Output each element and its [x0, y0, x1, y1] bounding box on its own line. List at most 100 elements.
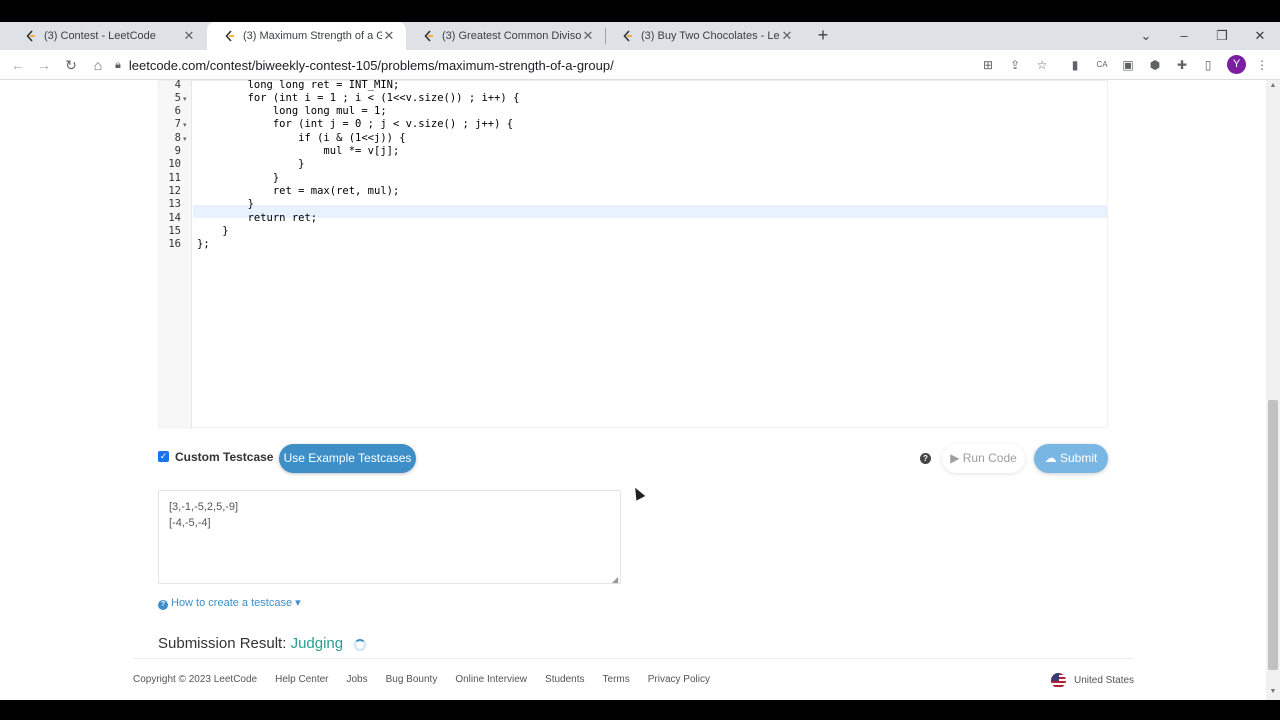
code-editor[interactable]: 4 5 ▾ 6 7 ▾ 8 ▾ 9 10 11 12 13 14 15 16 long long ret = … [158, 80, 1108, 429]
footer-link-students[interactable]: Students [545, 674, 584, 685]
close-window-icon[interactable]: ✕ [1250, 26, 1270, 46]
leetcode-favicon-icon [24, 29, 38, 43]
footer-link-jobs[interactable]: Jobs [346, 674, 367, 685]
testcase-input[interactable]: [3,-1,-5,2,5,-9] [-4,-5,-4] [158, 490, 621, 584]
code-line[interactable]: return ret; [197, 212, 318, 224]
code-line[interactable]: for (int i = 1 ; i < (1<<v.size()) ; i++… [197, 92, 520, 104]
translate-icon[interactable]: ⊞ [979, 56, 997, 74]
code-line[interactable]: long long mul = 1; [197, 105, 387, 117]
us-flag-icon [1051, 673, 1066, 688]
leetcode-favicon-icon [223, 29, 237, 43]
code-line[interactable]: } [197, 225, 228, 237]
code-line[interactable]: } [197, 158, 304, 170]
menu-kebab-icon[interactable]: ⋮ [1253, 56, 1271, 74]
reload-icon[interactable]: ↻ [61, 55, 81, 75]
code-line[interactable]: }; [197, 238, 210, 250]
profile-avatar[interactable]: Y [1227, 55, 1246, 74]
browser-window: (3) Contest - LeetCode ✕ (3) Maximum Str… [0, 0, 1280, 720]
footer-link-terms[interactable]: Terms [603, 674, 630, 685]
footer-link-privacy-policy[interactable]: Privacy Policy [648, 674, 710, 685]
line-number: 12 [168, 184, 181, 197]
line-number: 5 [174, 91, 181, 104]
code-line[interactable]: if (i & (1<<j)) { [197, 132, 405, 144]
run-code-button[interactable]: ▶ Run Code [942, 444, 1025, 473]
country-label: United States [1074, 675, 1135, 686]
page-content: 4 5 ▾ 6 7 ▾ 8 ▾ 9 10 11 12 13 14 15 16 long long ret = … [0, 80, 1266, 700]
line-number: 11 [168, 171, 181, 184]
howto-label: How to create a testcase [171, 597, 293, 609]
result-label: Submission Result: [158, 635, 287, 652]
url-text: leetcode.com/contest/biweekly-contest-10… [128, 57, 614, 73]
close-tab-icon[interactable]: ✕ [182, 28, 196, 44]
code-line[interactable]: for (int j = 0 ; j < v.size() ; j++) { [197, 118, 513, 130]
line-number: 10 [168, 158, 181, 171]
line-number: 6 [174, 105, 181, 118]
code-line[interactable]: } [197, 172, 279, 184]
scroll-down-arrow-icon[interactable]: ▼ [1268, 688, 1278, 698]
line-number: 9 [174, 145, 181, 157]
close-tab-icon[interactable]: ✕ [382, 28, 396, 44]
country-selector[interactable]: United States [1051, 673, 1134, 688]
run-code-label: Run Code [962, 451, 1017, 465]
minimize-icon[interactable]: – [1174, 26, 1194, 46]
line-number: 4 [174, 80, 181, 91]
code-line[interactable]: ret = max(ret, mul); [197, 185, 399, 197]
how-to-create-testcase-link[interactable]: ? How to create a testcase ▾ [158, 596, 301, 610]
submission-result: Submission Result: Judging [158, 635, 343, 652]
loading-spinner-icon [354, 639, 366, 651]
tab-maximum-strength[interactable]: (3) Maximum Strength of a Gro ✕ [207, 22, 406, 50]
scrollbar-thumb[interactable] [1268, 400, 1278, 670]
home-icon[interactable]: ⌂ [88, 55, 108, 75]
fold-arrow-icon[interactable]: ▾ [183, 95, 187, 103]
close-tab-icon[interactable]: ✕ [780, 28, 794, 44]
cloud-upload-icon: ☁ [1044, 451, 1060, 465]
custom-testcase-checkbox[interactable]: ✓ [158, 451, 169, 462]
line-number: 7 [174, 118, 181, 131]
restore-icon[interactable]: ❐ [1212, 26, 1232, 46]
tab-title: (3) Greatest Common Divisor Tr [442, 30, 581, 42]
testcase-line: [-4,-5,-4] [169, 517, 211, 529]
line-number: 15 [168, 224, 181, 237]
testcase-line: [3,-1,-5,2,5,-9] [169, 501, 239, 513]
footer-link-help-center[interactable]: Help Center [275, 674, 328, 685]
footer-link-bug-bounty[interactable]: Bug Bounty [386, 674, 438, 685]
extension-shield-icon[interactable]: ⬢ [1146, 56, 1164, 74]
screen-bottom-bar [0, 700, 1280, 720]
tab-buy-two-chocolates[interactable]: (3) Buy Two Chocolates - LeetC ✕ [605, 22, 804, 50]
play-icon: ▶ [950, 451, 963, 465]
bookmark-star-icon[interactable]: ☆ [1033, 56, 1051, 74]
tab-title: (3) Contest - LeetCode [44, 30, 156, 42]
lock-icon: 🔒︎ [115, 58, 121, 71]
side-panel-icon[interactable]: ▯ [1199, 56, 1217, 74]
scroll-up-arrow-icon[interactable]: ▲ [1268, 82, 1278, 92]
fold-arrow-icon[interactable]: ▾ [183, 121, 187, 129]
tab-contest[interactable]: (3) Contest - LeetCode ✕ [8, 22, 206, 50]
tab-title: (3) Maximum Strength of a Gro [243, 30, 382, 42]
share-icon[interactable]: ⇪ [1006, 56, 1024, 74]
footer-links: Copyright © 2023 LeetCode Help Center Jo… [133, 674, 728, 685]
tab-search-chevron-icon[interactable]: ⌄ [1136, 26, 1156, 46]
footer-link-online-interview[interactable]: Online Interview [455, 674, 527, 685]
extension-bars-icon[interactable]: ▮ [1066, 56, 1084, 74]
submit-button[interactable]: ☁ Submit [1034, 444, 1108, 473]
footer-divider [133, 658, 1133, 659]
code-line[interactable]: long long ret = INT_MIN; [197, 80, 400, 91]
tab-greatest-common-divisor[interactable]: (3) Greatest Common Divisor Tr ✕ [406, 22, 605, 50]
line-gutter: 4 5 ▾ 6 7 ▾ 8 ▾ 9 10 11 12 13 14 15 16 [159, 80, 192, 429]
extension-ca-icon[interactable]: CA [1093, 56, 1111, 74]
code-line[interactable]: mul *= v[j]; [197, 145, 399, 157]
copyright-text: Copyright © 2023 LeetCode [133, 674, 258, 685]
browser-toolbar: ← → ↻ ⌂ 🔒︎ leetcode.com/contest/biweekly… [0, 50, 1280, 80]
use-example-testcases-button[interactable]: Use Example Testcases [279, 444, 416, 473]
resize-handle-icon[interactable]: ◢ [612, 575, 618, 584]
new-tab-plus-icon[interactable]: + [813, 26, 833, 46]
extensions-puzzle-icon[interactable]: ✚ [1173, 56, 1191, 74]
extension-box-icon[interactable]: ▣ [1119, 56, 1137, 74]
back-arrow-icon[interactable]: ← [8, 55, 28, 75]
close-tab-icon[interactable]: ✕ [581, 28, 595, 44]
code-line[interactable]: } [197, 198, 254, 210]
forward-arrow-icon[interactable]: → [34, 55, 54, 75]
help-question-icon[interactable]: ? [920, 453, 931, 464]
address-bar[interactable]: 🔒︎ leetcode.com/contest/biweekly-contest… [115, 53, 1055, 77]
fold-arrow-icon[interactable]: ▾ [183, 135, 187, 143]
